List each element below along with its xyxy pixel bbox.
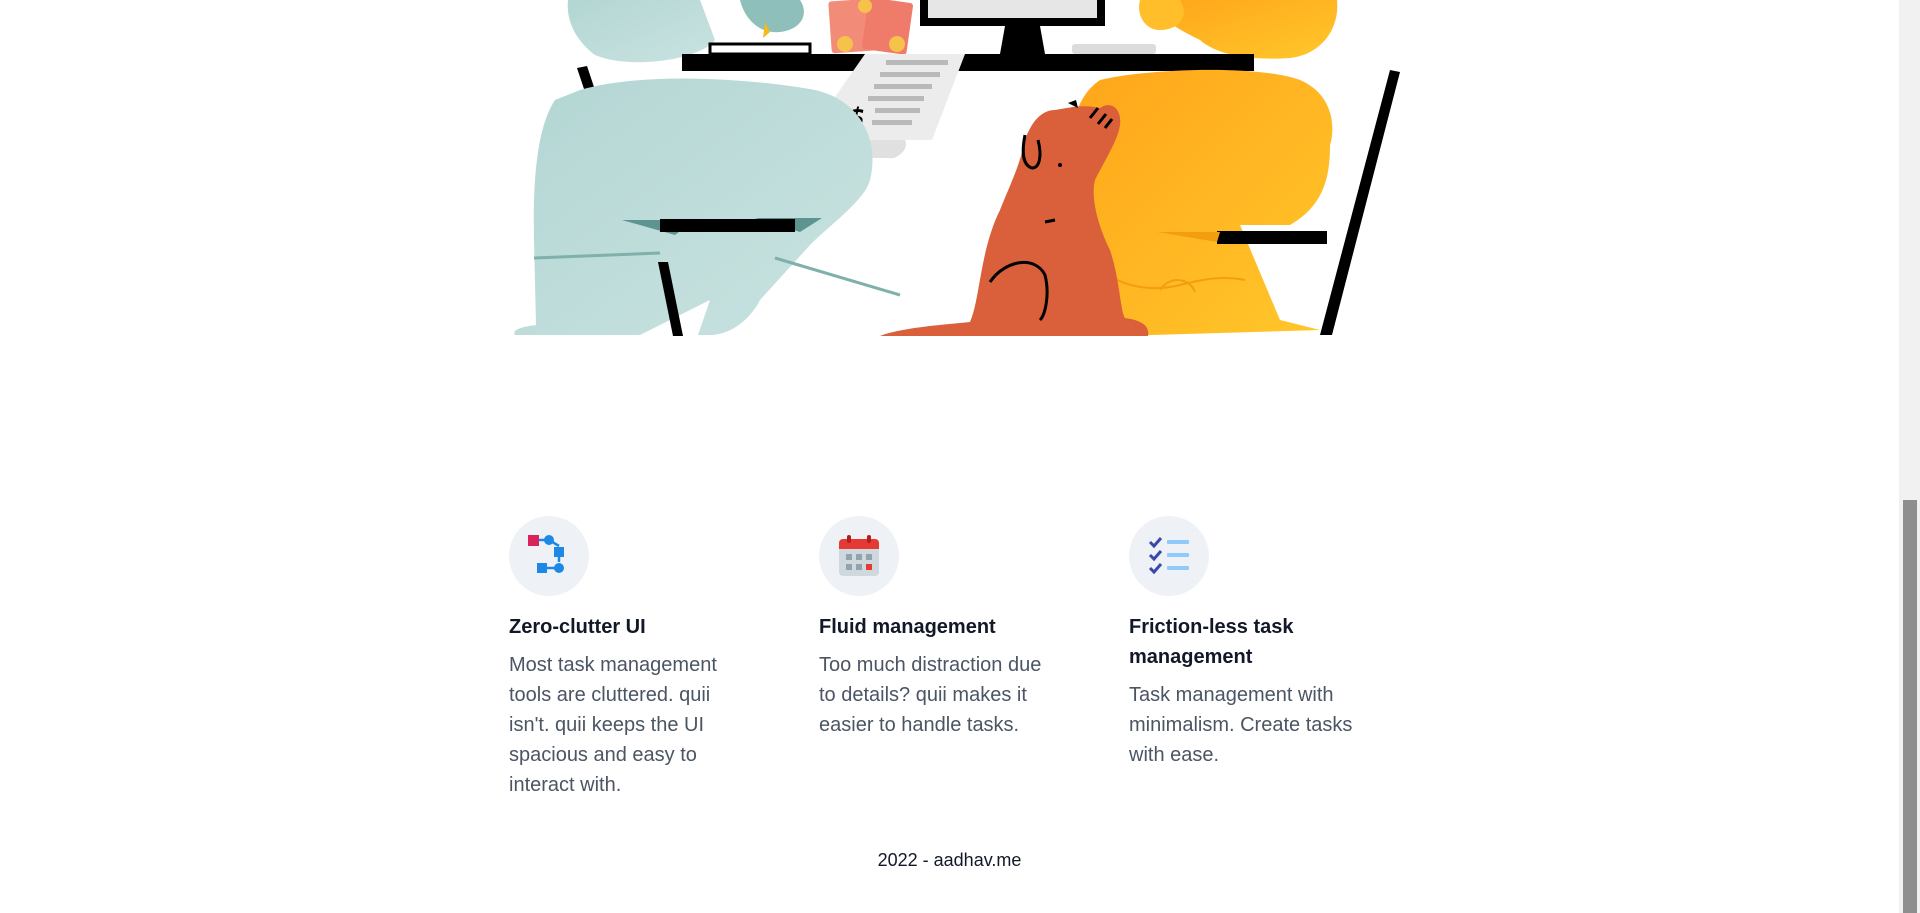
feature-title: Friction-less task management <box>1129 616 1294 668</box>
feature-frictionless: Friction-less task management Task manag… <box>1129 516 1369 770</box>
flow-nodes-icon <box>528 535 564 573</box>
feature-description: Too much distraction due to details? qui… <box>819 654 1042 736</box>
feature-description: Most task management tools are cluttered… <box>509 654 717 796</box>
checklist-icon <box>1148 537 1189 575</box>
feature-icon-wrapper <box>819 516 899 596</box>
feature-title: Fluid management <box>819 616 996 638</box>
feature-title: Zero-clutter UI <box>509 616 646 638</box>
scrollbar[interactable] <box>1899 0 1920 913</box>
calendar-icon <box>839 535 879 576</box>
feature-zero-clutter: Zero-clutter UI Most task management too… <box>509 516 749 800</box>
feature-icon-wrapper <box>1129 516 1209 596</box>
finance-desk-illustration: $ <box>514 0 1400 336</box>
feature-description: Task management with minimalism. Create … <box>1129 684 1353 766</box>
footer-text: 2022 - aadhav.me <box>877 850 1022 870</box>
scrollbar-thumb[interactable] <box>1903 500 1917 913</box>
feature-icon-wrapper <box>509 516 589 596</box>
feature-fluid-management: Fluid management Too much distraction du… <box>819 516 1059 740</box>
